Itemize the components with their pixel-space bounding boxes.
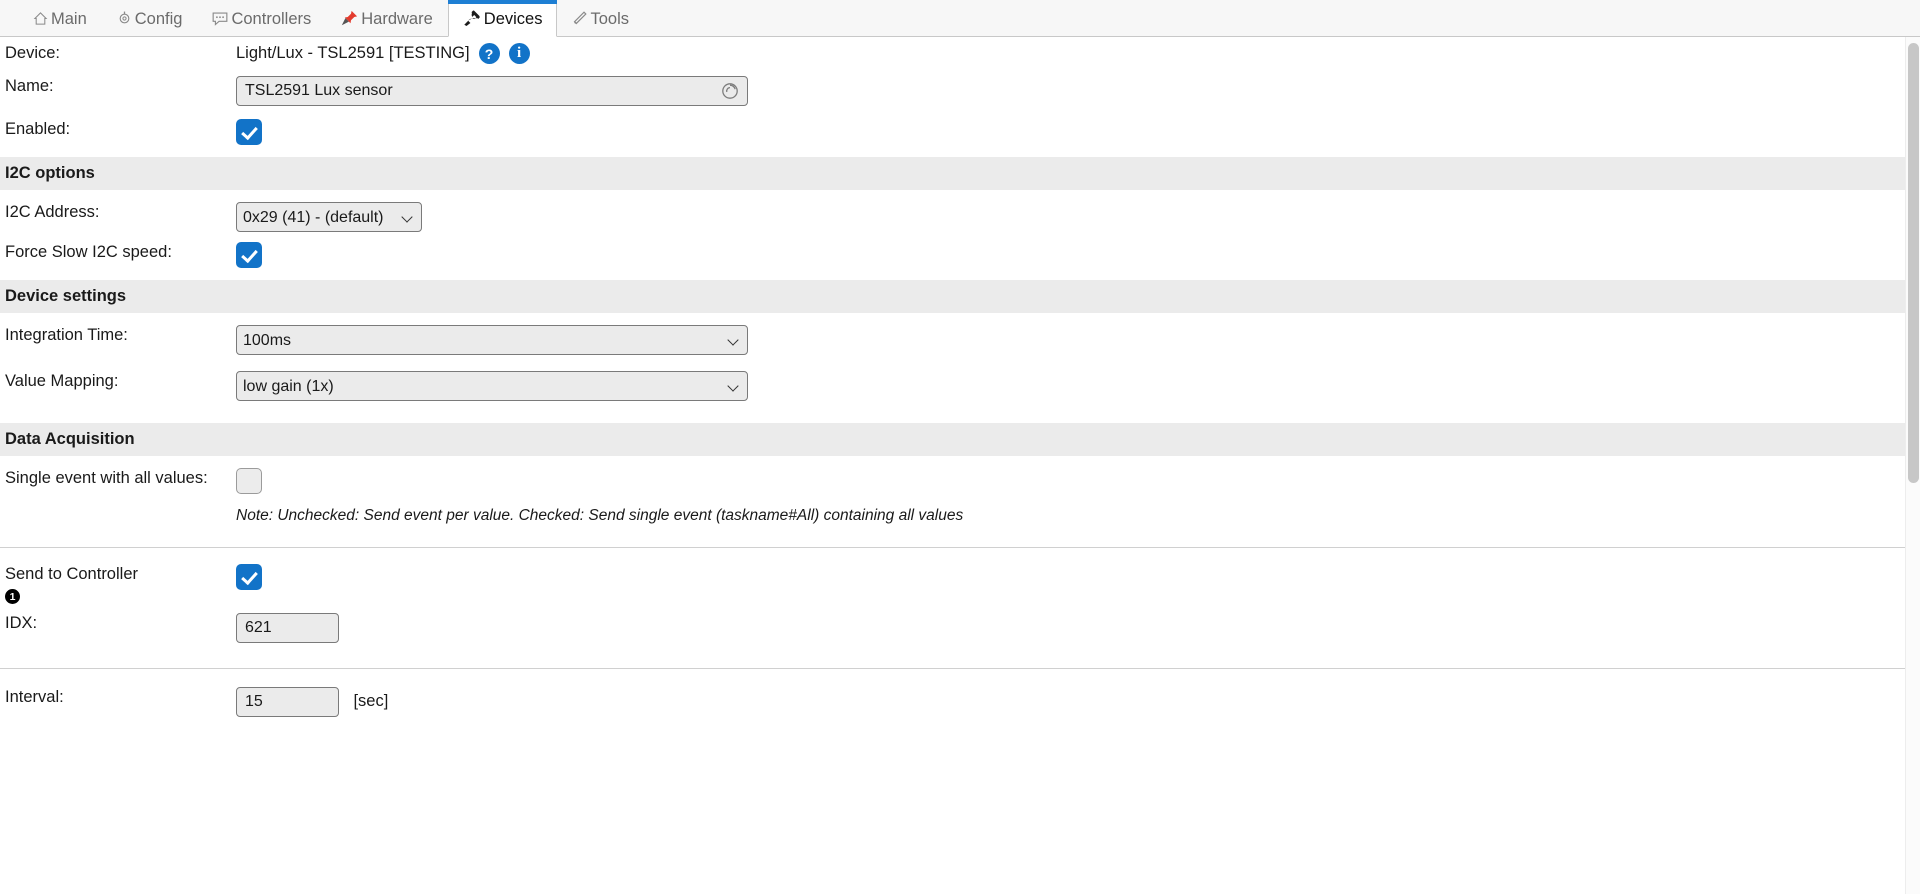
i2c-address-select[interactable]: 0x29 (41) - (default): [236, 202, 422, 232]
force-slow-label: Force Slow I2C speed:: [5, 243, 172, 261]
home-icon: [33, 11, 48, 26]
name-input-wrapper: [236, 76, 748, 106]
wrench-icon: [572, 10, 588, 26]
tab-hardware-label: Hardware: [361, 9, 433, 28]
force-slow-row: Force Slow I2C speed:: [0, 232, 1920, 280]
i2c-address-label: I2C Address:: [5, 203, 100, 221]
gear-icon: [117, 11, 132, 26]
name-label: Name:: [5, 77, 54, 95]
section-data-acquisition: Data Acquisition: [0, 423, 1920, 456]
tab-devices[interactable]: Devices: [447, 0, 558, 37]
enabled-label: Enabled:: [5, 120, 71, 138]
single-event-note: Note: Unchecked: Send event per value. C…: [236, 507, 964, 524]
interval-row: Interval: [sec]: [0, 669, 1920, 718]
device-row: Device: Light/Lux - TSL2591 [TESTING] ? …: [0, 37, 1920, 70]
i2c-address-row: I2C Address: 0x29 (41) - (default): [0, 190, 1920, 232]
tab-main-label: Main: [51, 9, 87, 28]
integration-time-row: Integration Time: 100ms: [0, 313, 1920, 355]
info-icon[interactable]: i: [508, 43, 530, 64]
value-mapping-select-wrapper: low gain (1x): [236, 371, 748, 401]
value-mapping-label: Value Mapping:: [5, 372, 119, 390]
tab-config[interactable]: Config: [102, 0, 198, 36]
integration-time-label: Integration Time:: [5, 326, 128, 344]
tab-hardware[interactable]: Hardware: [326, 0, 448, 36]
device-value: Light/Lux - TSL2591 [TESTING]: [236, 44, 470, 62]
i2c-address-select-wrapper: 0x29 (41) - (default): [236, 202, 422, 232]
vertical-scrollbar[interactable]: [1905, 37, 1920, 894]
enabled-row: Enabled:: [0, 109, 1920, 157]
name-input[interactable]: [236, 76, 748, 106]
help-icon[interactable]: ?: [478, 43, 500, 64]
idx-row: IDX:: [0, 605, 1920, 644]
controller-number-badge: 1: [5, 589, 20, 605]
idx-label: IDX:: [5, 614, 38, 633]
tab-devices-label: Devices: [483, 9, 543, 28]
name-row: Name:: [0, 70, 1920, 109]
send-to-controller-checkbox[interactable]: [236, 564, 262, 590]
send-to-controller-label: Send to Controller: [5, 565, 138, 583]
single-event-row: Single event with all values: Note: Unch…: [0, 456, 1920, 525]
tab-config-label: Config: [134, 9, 183, 28]
tab-tools[interactable]: Tools: [557, 0, 644, 36]
interval-label: Interval:: [5, 688, 64, 707]
enabled-checkbox[interactable]: [236, 119, 262, 145]
interval-input[interactable]: [236, 687, 339, 718]
main-tab-bar: Main Config Controllers Hardware Devices…: [0, 0, 1920, 37]
value-mapping-row: Value Mapping: low gain (1x): [0, 355, 1920, 401]
integration-time-select[interactable]: 100ms: [236, 325, 748, 355]
integration-time-select-wrapper: 100ms: [236, 325, 748, 355]
tab-main[interactable]: Main: [18, 0, 102, 36]
scrollbar-thumb[interactable]: [1908, 43, 1919, 483]
pin-icon: [341, 10, 358, 26]
plug-icon: [463, 10, 481, 26]
idx-input[interactable]: [236, 613, 339, 644]
section-i2c-options: I2C options: [0, 157, 1920, 190]
send-to-controller-row: Send to Controller 1: [0, 548, 1920, 605]
device-config-form: Device: Light/Lux - TSL2591 [TESTING] ? …: [0, 37, 1920, 718]
section-device-settings: Device settings: [0, 280, 1920, 313]
tab-tools-label: Tools: [590, 9, 629, 28]
send-to-controller-label-group: Send to Controller 1: [0, 564, 236, 605]
single-event-label: Single event with all values:: [5, 469, 208, 487]
force-slow-checkbox[interactable]: [236, 242, 262, 268]
value-mapping-select[interactable]: low gain (1x): [236, 371, 748, 401]
single-event-checkbox[interactable]: [236, 468, 262, 494]
chat-icon: [212, 11, 228, 26]
tab-controllers[interactable]: Controllers: [197, 0, 326, 36]
device-value-group: Light/Lux - TSL2591 [TESTING] ? i: [236, 43, 1920, 64]
device-label: Device:: [5, 44, 61, 62]
interval-unit: [sec]: [353, 692, 389, 711]
tab-controllers-label: Controllers: [231, 9, 312, 28]
